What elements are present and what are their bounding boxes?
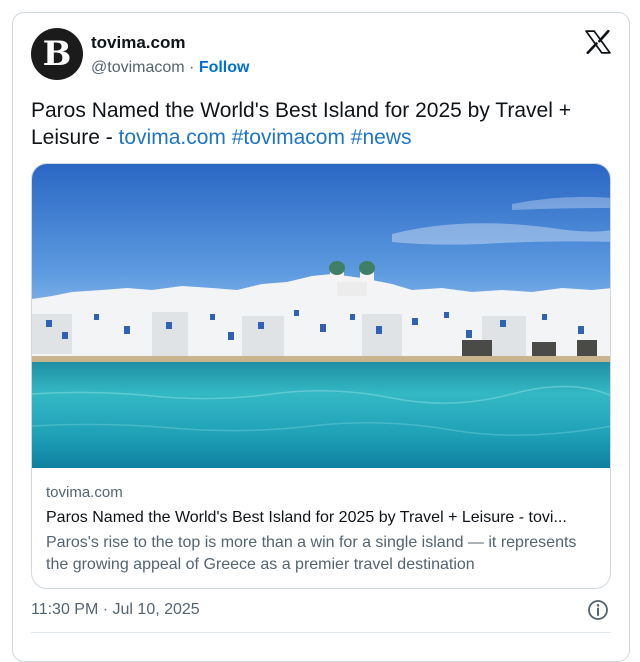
- card-description: Paros's rise to the top is more than a w…: [46, 534, 577, 573]
- hashtag-tovimacom[interactable]: #tovimacom: [232, 126, 345, 149]
- info-icon[interactable]: [587, 599, 609, 621]
- tweet-link[interactable]: tovima.com: [119, 126, 226, 149]
- x-logo-icon[interactable]: [585, 30, 611, 54]
- separator: ·: [184, 59, 199, 76]
- card-domain: tovima.com: [46, 484, 123, 501]
- author-handle-line: @tovimacom · Follow: [91, 59, 249, 77]
- link-preview-image[interactable]: [32, 164, 611, 468]
- tweet-text: Paros Named the World's Best Island for …: [31, 97, 616, 151]
- link-preview-card[interactable]: tovima.com Paros Named the World's Best …: [31, 163, 611, 589]
- author-handle[interactable]: @tovimacom: [91, 59, 185, 76]
- tweet-timestamp[interactable]: 11:30 PM · Jul 10, 2025: [31, 601, 200, 619]
- follow-button[interactable]: Follow: [199, 59, 250, 76]
- avatar[interactable]: B: [31, 28, 83, 80]
- footer-divider: [31, 632, 611, 633]
- author-name[interactable]: tovima.com: [91, 33, 185, 53]
- link-card-info: tovima.com Paros Named the World's Best …: [46, 482, 598, 576]
- card-title: Paros Named the World's Best Island for …: [46, 509, 567, 526]
- hashtag-news[interactable]: #news: [351, 126, 412, 149]
- embedded-tweet: B tovima.com @tovimacom · Follow Paros N…: [12, 12, 630, 662]
- avatar-letter: B: [42, 34, 72, 74]
